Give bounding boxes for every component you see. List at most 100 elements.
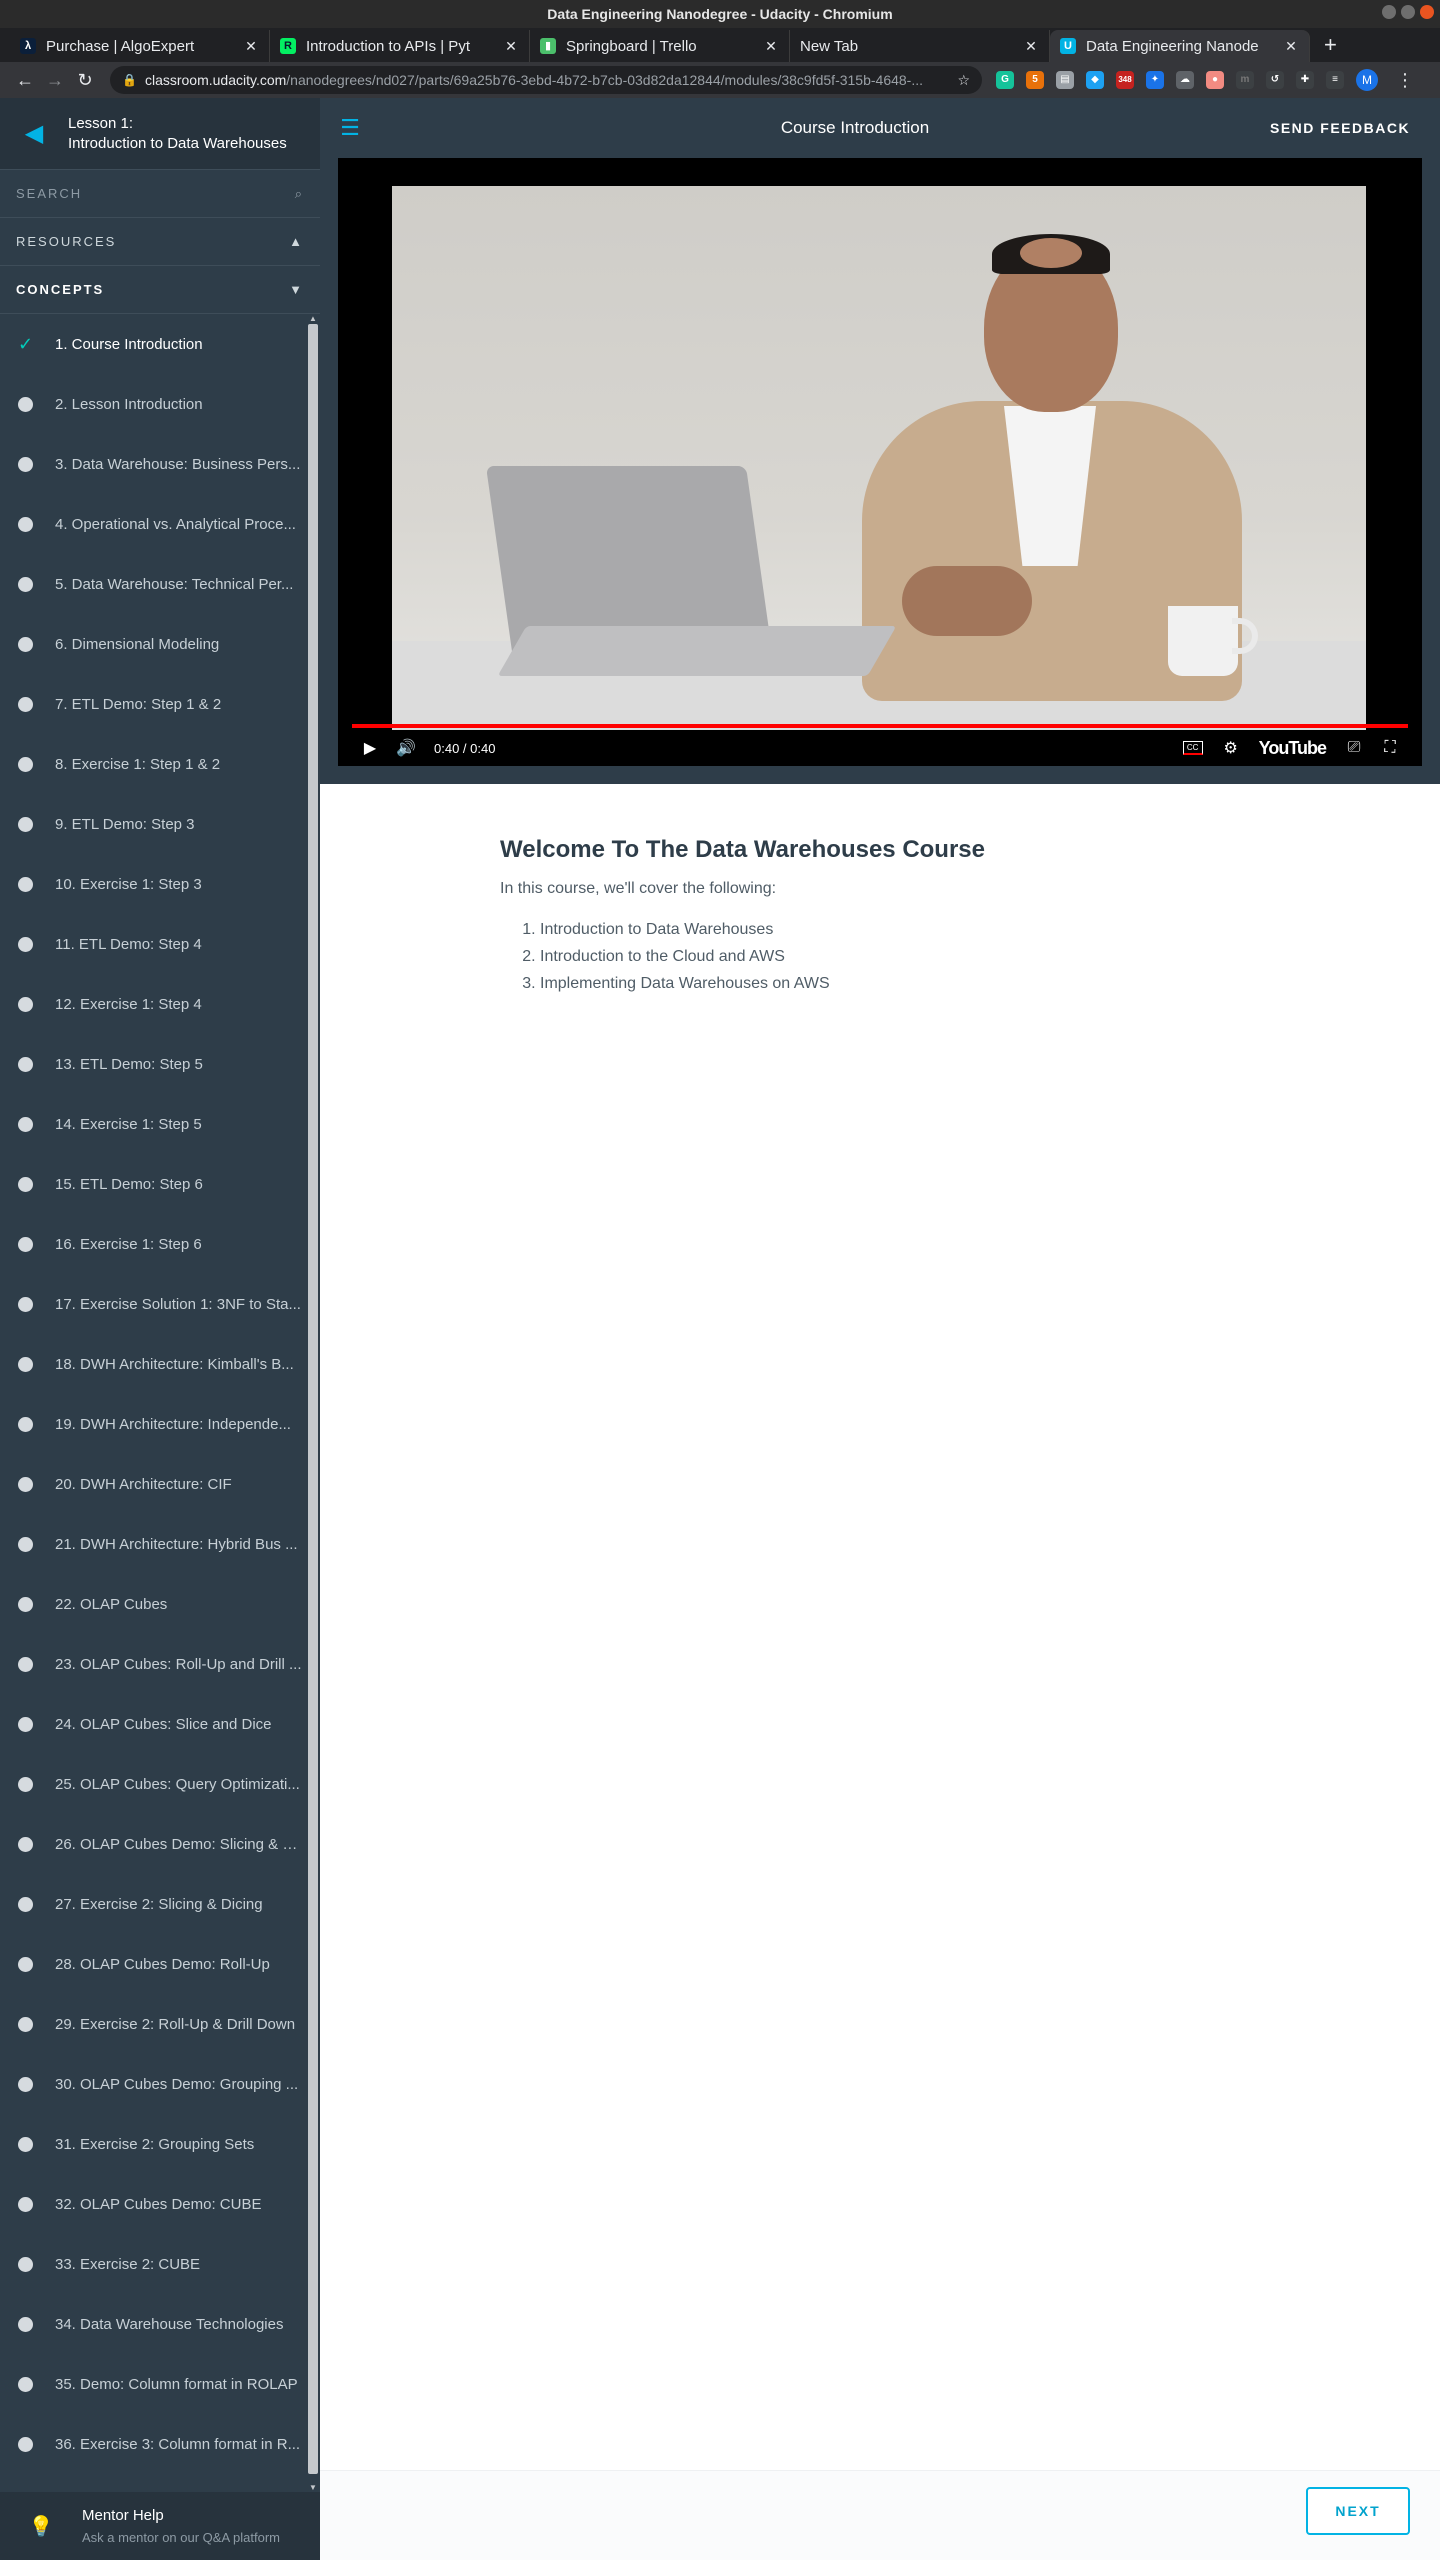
- close-tab-icon[interactable]: ✕: [763, 38, 779, 55]
- youtube-logo[interactable]: YouTube: [1259, 738, 1327, 759]
- video-player[interactable]: ▶ 🔊 0:40 / 0:40 CC ⚙ YouTube ⎚ ⛶: [338, 158, 1422, 766]
- badge-extension-icon[interactable]: 348: [1116, 71, 1134, 89]
- send-feedback-button[interactable]: SEND FEEDBACK: [1270, 120, 1440, 136]
- concept-item[interactable]: 2. Lesson Introduction: [0, 374, 306, 434]
- concept-item[interactable]: 20. DWH Architecture: CIF: [0, 1454, 306, 1514]
- incomplete-dot-icon: [18, 2076, 33, 2092]
- back-arrow-icon[interactable]: ←: [10, 70, 40, 91]
- concept-label: 28. OLAP Cubes Demo: Roll-Up: [55, 1955, 270, 1973]
- concept-label: 6. Dimensional Modeling: [55, 635, 220, 653]
- captions-icon[interactable]: CC: [1182, 741, 1203, 755]
- tab-title: Purchase | AlgoExpert: [46, 37, 195, 55]
- hamburger-menu-icon[interactable]: ☰: [320, 115, 380, 141]
- concept-item[interactable]: 10. Exercise 1: Step 3: [0, 854, 306, 914]
- concept-item[interactable]: 4. Operational vs. Analytical Proce...: [0, 494, 306, 554]
- extension-icon[interactable]: 5: [1026, 71, 1044, 89]
- fullscreen-icon[interactable]: ⛶: [1372, 739, 1408, 757]
- minimize-button[interactable]: [1382, 5, 1396, 19]
- concept-item[interactable]: 14. Exercise 1: Step 5: [0, 1094, 306, 1154]
- concept-item[interactable]: 16. Exercise 1: Step 6: [0, 1214, 306, 1274]
- volume-icon[interactable]: 🔊: [388, 738, 424, 758]
- reload-icon[interactable]: ↻: [70, 70, 100, 91]
- maximize-button[interactable]: [1401, 5, 1415, 19]
- cloud-icon[interactable]: ☁: [1176, 71, 1194, 89]
- concept-item[interactable]: 35. Demo: Column format in ROLAP: [0, 2354, 306, 2414]
- concept-item[interactable]: 18. DWH Architecture: Kimball's B...: [0, 1334, 306, 1394]
- concept-item[interactable]: 33. Exercise 2: CUBE: [0, 2234, 306, 2294]
- new-tab-button[interactable]: +: [1324, 30, 1337, 62]
- video-frame[interactable]: [392, 186, 1366, 730]
- concept-item[interactable]: 3. Data Warehouse: Business Pers...: [0, 434, 306, 494]
- concept-item[interactable]: 7. ETL Demo: Step 1 & 2: [0, 674, 306, 734]
- concept-item[interactable]: 19. DWH Architecture: Independe...: [0, 1394, 306, 1454]
- search-icon[interactable]: ⌕: [295, 186, 304, 202]
- concept-item[interactable]: 34. Data Warehouse Technologies: [0, 2294, 306, 2354]
- forward-arrow-icon[interactable]: →: [40, 70, 70, 91]
- concept-item[interactable]: 15. ETL Demo: Step 6: [0, 1154, 306, 1214]
- close-tab-icon[interactable]: ✕: [1023, 38, 1039, 55]
- concept-item[interactable]: 28. OLAP Cubes Demo: Roll-Up: [0, 1934, 306, 1994]
- tab-trello[interactable]: ▮ Springboard | Trello ✕: [530, 30, 790, 62]
- concept-item[interactable]: 24. OLAP Cubes: Slice and Dice: [0, 1694, 306, 1754]
- concept-item[interactable]: 5. Data Warehouse: Technical Per...: [0, 554, 306, 614]
- next-button[interactable]: NEXT: [1306, 2487, 1410, 2535]
- close-tab-icon[interactable]: ✕: [1283, 38, 1299, 55]
- puzzle-icon[interactable]: ✚: [1296, 71, 1314, 89]
- grammarly-icon[interactable]: G: [996, 71, 1014, 89]
- concept-item[interactable]: 31. Exercise 2: Grouping Sets: [0, 2114, 306, 2174]
- concept-item[interactable]: 29. Exercise 2: Roll-Up & Drill Down: [0, 1994, 306, 2054]
- tab-datacamp[interactable]: R Introduction to APIs | Pyt ✕: [270, 30, 530, 62]
- concept-item[interactable]: 6. Dimensional Modeling: [0, 614, 306, 674]
- media-queue-icon[interactable]: ≡: [1326, 71, 1344, 89]
- lesson-name: Introduction to Data Warehouses: [68, 134, 287, 152]
- concept-label: 2. Lesson Introduction: [55, 395, 203, 413]
- tab-algoexpert[interactable]: λ Purchase | AlgoExpert ✕: [10, 30, 270, 62]
- scroll-down-arrow-icon[interactable]: ▼: [307, 2483, 319, 2492]
- concept-item[interactable]: 23. OLAP Cubes: Roll-Up and Drill ...: [0, 1634, 306, 1694]
- tab-udacity[interactable]: U Data Engineering Nanode ✕: [1050, 30, 1310, 62]
- extension-icon[interactable]: m: [1236, 71, 1254, 89]
- bookmark-star-icon[interactable]: ☆: [957, 72, 970, 89]
- concept-item[interactable]: 36. Exercise 3: Column format in R...: [0, 2414, 306, 2474]
- close-window-button[interactable]: [1420, 5, 1434, 19]
- concept-item[interactable]: 26. OLAP Cubes Demo: Slicing & D...: [0, 1814, 306, 1874]
- close-tab-icon[interactable]: ✕: [503, 38, 519, 55]
- concept-item[interactable]: 13. ETL Demo: Step 5: [0, 1034, 306, 1094]
- concept-item[interactable]: 8. Exercise 1: Step 1 & 2: [0, 734, 306, 794]
- concept-item[interactable]: 17. Exercise Solution 1: 3NF to Sta...: [0, 1274, 306, 1334]
- concept-item[interactable]: 11. ETL Demo: Step 4: [0, 914, 306, 974]
- incomplete-dot-icon: [18, 1296, 33, 1312]
- extension-icon[interactable]: ●: [1206, 71, 1224, 89]
- concept-item[interactable]: 25. OLAP Cubes: Query Optimizati...: [0, 1754, 306, 1814]
- resources-toggle[interactable]: RESOURCES ▲: [0, 218, 320, 266]
- presenter-scalp: [1020, 238, 1082, 268]
- scrollbar-thumb[interactable]: [308, 324, 318, 2474]
- extension-icon[interactable]: ✦: [1146, 71, 1164, 89]
- settings-gear-icon[interactable]: ⚙: [1213, 738, 1249, 758]
- back-triangle-icon[interactable]: ◀: [0, 119, 68, 148]
- video-progress-bar[interactable]: [352, 724, 1408, 728]
- concepts-toggle[interactable]: CONCEPTS ▼: [0, 266, 320, 314]
- concept-item[interactable]: 27. Exercise 2: Slicing & Dicing: [0, 1874, 306, 1934]
- concept-item[interactable]: 12. Exercise 1: Step 4: [0, 974, 306, 1034]
- concept-item[interactable]: ✓ 1. Course Introduction: [0, 314, 306, 374]
- concept-item[interactable]: 32. OLAP Cubes Demo: CUBE: [0, 2174, 306, 2234]
- tab-new-tab[interactable]: New Tab ✕: [790, 30, 1050, 62]
- play-icon[interactable]: ▶: [352, 738, 388, 758]
- search-field[interactable]: SEARCH ⌕: [0, 170, 320, 218]
- document-icon[interactable]: ▤: [1056, 71, 1074, 89]
- scroll-up-arrow-icon[interactable]: ▲: [307, 314, 319, 323]
- concept-item[interactable]: 30. OLAP Cubes Demo: Grouping ...: [0, 2054, 306, 2114]
- address-bar[interactable]: 🔒 classroom.udacity.com/nanodegrees/nd02…: [110, 66, 982, 94]
- extension-icon[interactable]: ◆: [1086, 71, 1104, 89]
- concept-item[interactable]: 21. DWH Architecture: Hybrid Bus ...: [0, 1514, 306, 1574]
- mentor-help[interactable]: 💡 Mentor Help Ask a mentor on our Q&A pl…: [0, 2492, 320, 2560]
- history-icon[interactable]: ↺: [1266, 71, 1284, 89]
- profile-avatar[interactable]: M: [1356, 69, 1378, 91]
- cast-icon[interactable]: ⎚: [1336, 739, 1372, 757]
- sidebar-scrollbar[interactable]: ▲ ▼: [306, 314, 320, 2492]
- close-tab-icon[interactable]: ✕: [243, 38, 259, 55]
- menu-kebab-icon[interactable]: ⋮: [1390, 70, 1420, 91]
- concept-item[interactable]: 22. OLAP Cubes: [0, 1574, 306, 1634]
- concept-item[interactable]: 9. ETL Demo: Step 3: [0, 794, 306, 854]
